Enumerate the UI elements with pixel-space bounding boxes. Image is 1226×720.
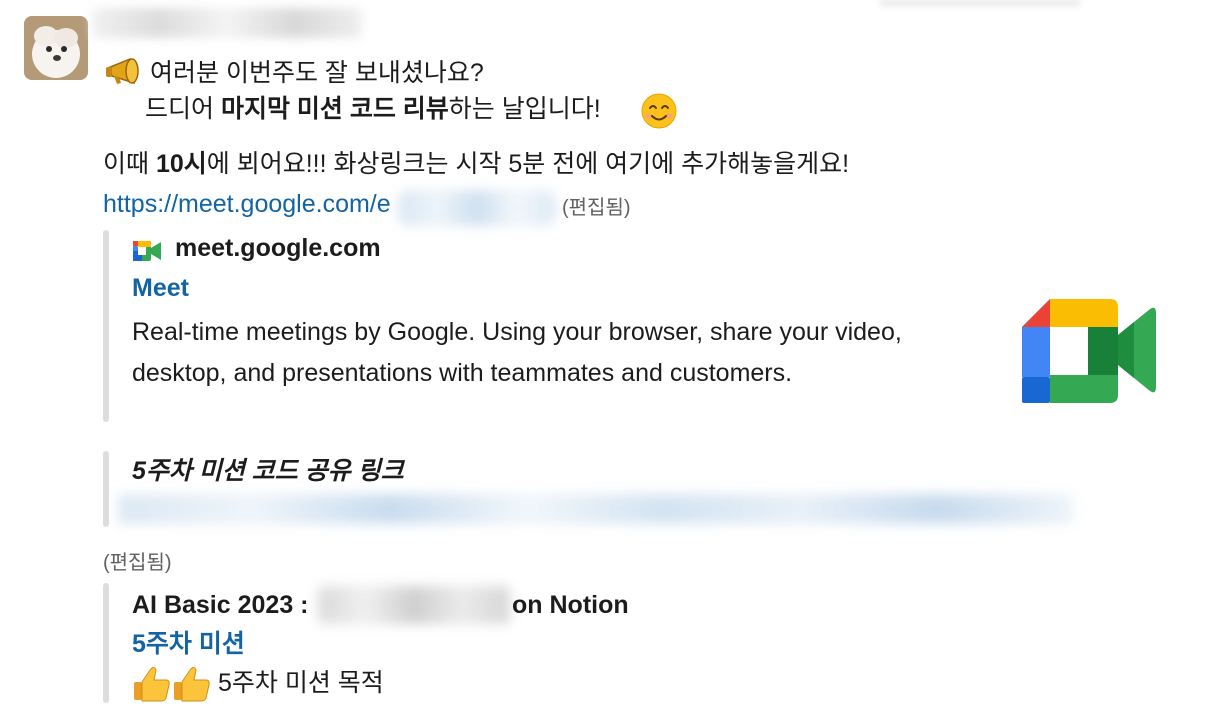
- notion-unfurl-snippet: 5주차 미션 목적: [218, 669, 384, 697]
- unfurl-site-name: meet.google.com: [175, 234, 381, 262]
- meet-link[interactable]: https://meet.google.com/e: [103, 187, 391, 221]
- message-line-2: 드디어 마지막 미션 코드 리뷰하는 날입니다!: [145, 92, 601, 126]
- smiling-face-icon: [640, 92, 678, 130]
- sender-name-redacted: [92, 8, 362, 38]
- edited-label: (편집됨): [562, 197, 631, 219]
- message-line-1: 여러분 이번주도 잘 보내셨나요?: [150, 59, 484, 87]
- line3-post: 에 뵈어요!!! 화상링크는 시작 5분 전에 여기에 추가해놓을게요!: [206, 150, 850, 178]
- notion-title-redaction: [318, 586, 510, 624]
- line2-bold: 마지막 미션 코드 리뷰: [220, 95, 449, 123]
- thumbs-up-icon: [132, 664, 212, 704]
- notion-unfurl-subtitle-link[interactable]: 5주차 미션: [132, 627, 245, 661]
- quote-bar: [103, 451, 109, 527]
- link-redaction: [398, 190, 556, 226]
- notion-link-redacted[interactable]: [118, 494, 1073, 524]
- attachment-bar-2: [103, 583, 109, 703]
- notion-unfurl-title-prefix: AI Basic 2023 :: [132, 591, 309, 619]
- line2-post: 하는 날입니다!: [448, 95, 601, 123]
- megaphone-icon: [104, 56, 146, 86]
- line3-pre: 이때: [103, 150, 156, 178]
- line3-bold: 10시: [155, 150, 207, 178]
- unfurl-description: Real-time meetings by Google. Using your…: [132, 318, 902, 387]
- quote-title: 5주차 미션 코드 공유 링크: [132, 457, 404, 485]
- message-line-3: 이때 10시에 뵈어요!!! 화상링크는 시작 5분 전에 여기에 추가해놓을게…: [103, 147, 849, 181]
- top-redaction: [880, 0, 1080, 6]
- google-meet-icon: [1022, 295, 1156, 405]
- attachment-bar: [103, 230, 109, 422]
- google-meet-favicon: [133, 239, 161, 263]
- notion-unfurl-title-suffix: on Notion: [512, 591, 629, 619]
- unfurl-title-link[interactable]: Meet: [132, 274, 189, 303]
- avatar[interactable]: [24, 16, 88, 80]
- edited-label-2: (편집됨): [103, 552, 172, 574]
- line2-pre: 드디어: [145, 95, 221, 123]
